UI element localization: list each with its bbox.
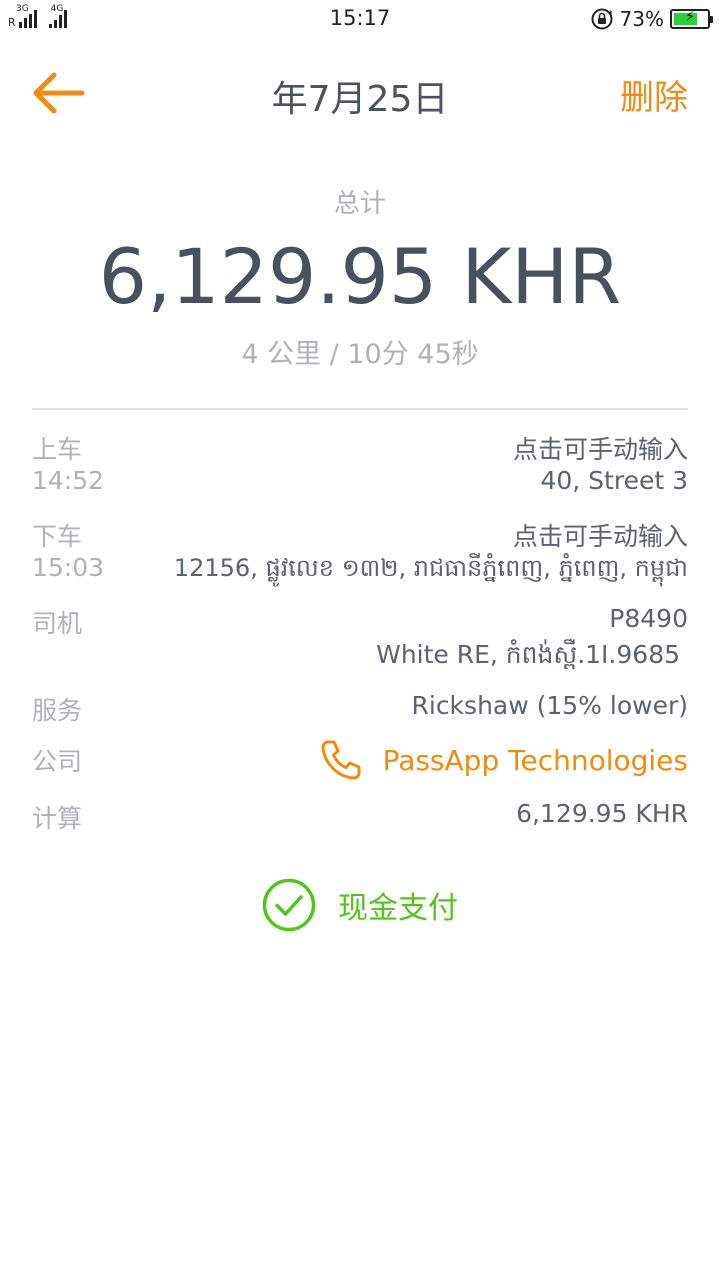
company-label: 公司 — [32, 747, 83, 776]
dropoff-time: 15:03 — [32, 553, 105, 582]
status-right: 73% ⚡ — [590, 6, 713, 32]
service-value: Rickshaw (15% lower) — [411, 691, 689, 720]
distance-time: 4 公里 / 10分 45秒 — [241, 339, 479, 370]
total-label: 总计 — [333, 189, 386, 219]
pickup-label: 上车 — [32, 435, 83, 464]
rotation-lock-icon — [591, 8, 613, 30]
calculation-label: 计算 — [32, 804, 83, 833]
divider — [32, 408, 688, 410]
company-call-link[interactable]: PassApp Technologies — [319, 738, 688, 782]
company-name: PassApp Technologies — [382, 743, 688, 777]
phone-icon — [321, 740, 361, 780]
charging-bolt-icon: ⚡ — [685, 9, 695, 25]
battery-percent: 73% — [619, 7, 664, 31]
pickup-manual-input[interactable]: 点击可手动输入 — [513, 430, 688, 466]
status-bar: R 3G 4G 15:17 73% ⚡ — [0, 0, 720, 38]
page-title: 年7月25日 — [271, 79, 449, 120]
total-amount: 6,129.95 KHR — [98, 232, 622, 321]
payment-method: 现金支付 — [262, 878, 458, 932]
pickup-address: 40, Street 3 — [540, 466, 688, 495]
calculation-value: 6,129.95 KHR — [516, 799, 688, 828]
service-label: 服务 — [32, 696, 83, 725]
driver-vehicle: White RE, កំពង់ស្ពឺ.1I.9685 — [376, 640, 680, 669]
dropoff-manual-input[interactable]: 点击可手动输入 — [513, 517, 688, 553]
pickup-time: 14:52 — [32, 466, 105, 495]
driver-label: 司机 — [32, 609, 83, 638]
check-circle-icon — [262, 878, 316, 932]
payment-label: 现金支付 — [338, 891, 458, 926]
battery-charging-icon: ⚡ — [670, 9, 713, 29]
dropoff-label: 下车 — [32, 522, 83, 551]
driver-plate: P8490 — [609, 604, 688, 633]
header: 年7月25日 删除 — [0, 60, 720, 130]
delete-button[interactable]: 删除 — [620, 70, 688, 119]
dropoff-address: 12156, ផ្លូវលេខ ១៣២, រាជធានីភ្នំពេញ, ភ្ន… — [173, 554, 688, 582]
